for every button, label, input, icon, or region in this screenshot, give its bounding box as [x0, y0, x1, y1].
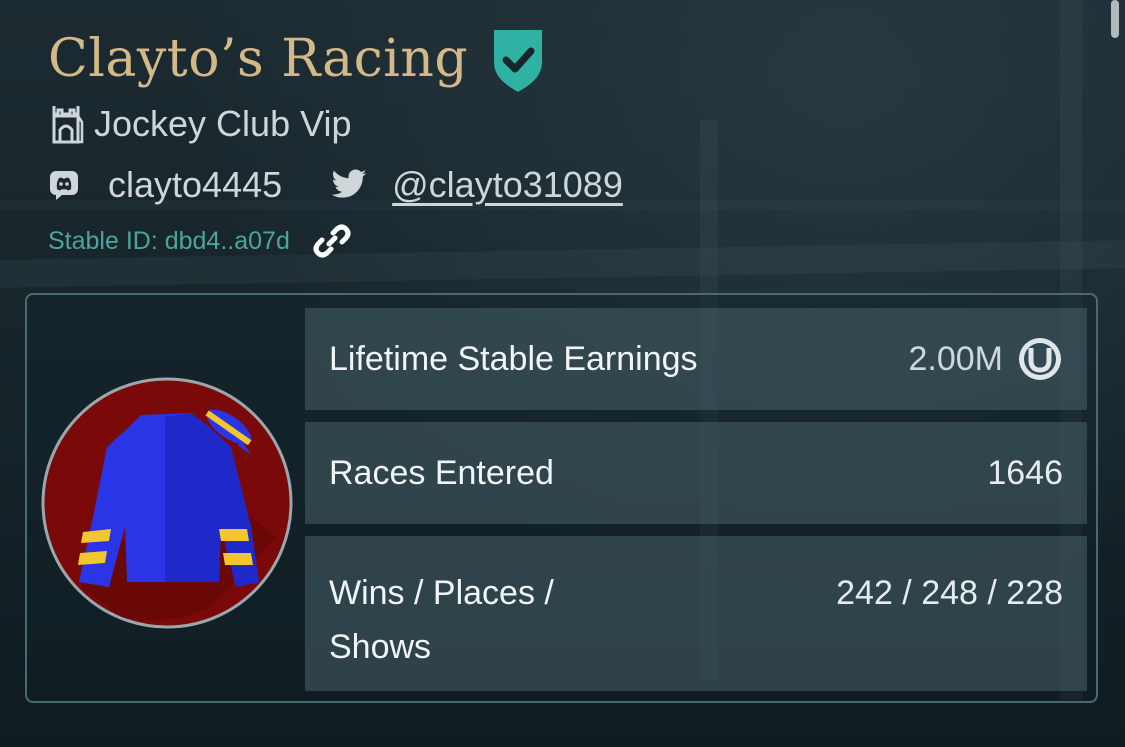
stable-stats-card: Lifetime Stable Earnings 2.00M Races Ent…	[25, 293, 1098, 703]
stat-wins-places-shows: Wins / Places / Shows 242 / 248 / 228	[305, 536, 1087, 691]
stat-value: 1646	[987, 454, 1063, 492]
jockey-silks-avatar	[41, 377, 293, 629]
horseshoe-coin-icon	[1017, 336, 1063, 382]
stable-title: Clayto’s Racing	[48, 29, 469, 89]
twitter-handle-link[interactable]: @clayto31089	[392, 164, 623, 206]
stat-races-entered: Races Entered 1646	[305, 422, 1087, 524]
discord-username: clayto4445	[108, 164, 283, 205]
scrollbar[interactable]	[1111, 0, 1119, 38]
stable-header: Clayto’s Racing Jockey Club Vip clayto44…	[48, 22, 1085, 264]
discord-icon[interactable]	[48, 169, 80, 201]
twitter-bird-icon[interactable]	[330, 168, 368, 202]
stat-lifetime-earnings: Lifetime Stable Earnings 2.00M	[305, 308, 1087, 410]
stable-id: Stable ID: dbd4..a07d	[48, 226, 290, 255]
stat-label: Races Entered	[329, 454, 554, 492]
verified-shield-icon	[488, 24, 548, 94]
stat-value: 242 / 248 / 228	[836, 574, 1063, 612]
jockey-club-label: Jockey Club Vip	[94, 103, 352, 144]
earnings-value: 2.00M	[908, 340, 1004, 378]
stat-label: Wins / Places / Shows	[329, 574, 554, 666]
link-icon[interactable]	[312, 221, 352, 261]
castle-tower-icon	[48, 102, 84, 146]
stat-label: Lifetime Stable Earnings	[329, 340, 698, 378]
stat-value: 2.00M	[909, 332, 1064, 386]
